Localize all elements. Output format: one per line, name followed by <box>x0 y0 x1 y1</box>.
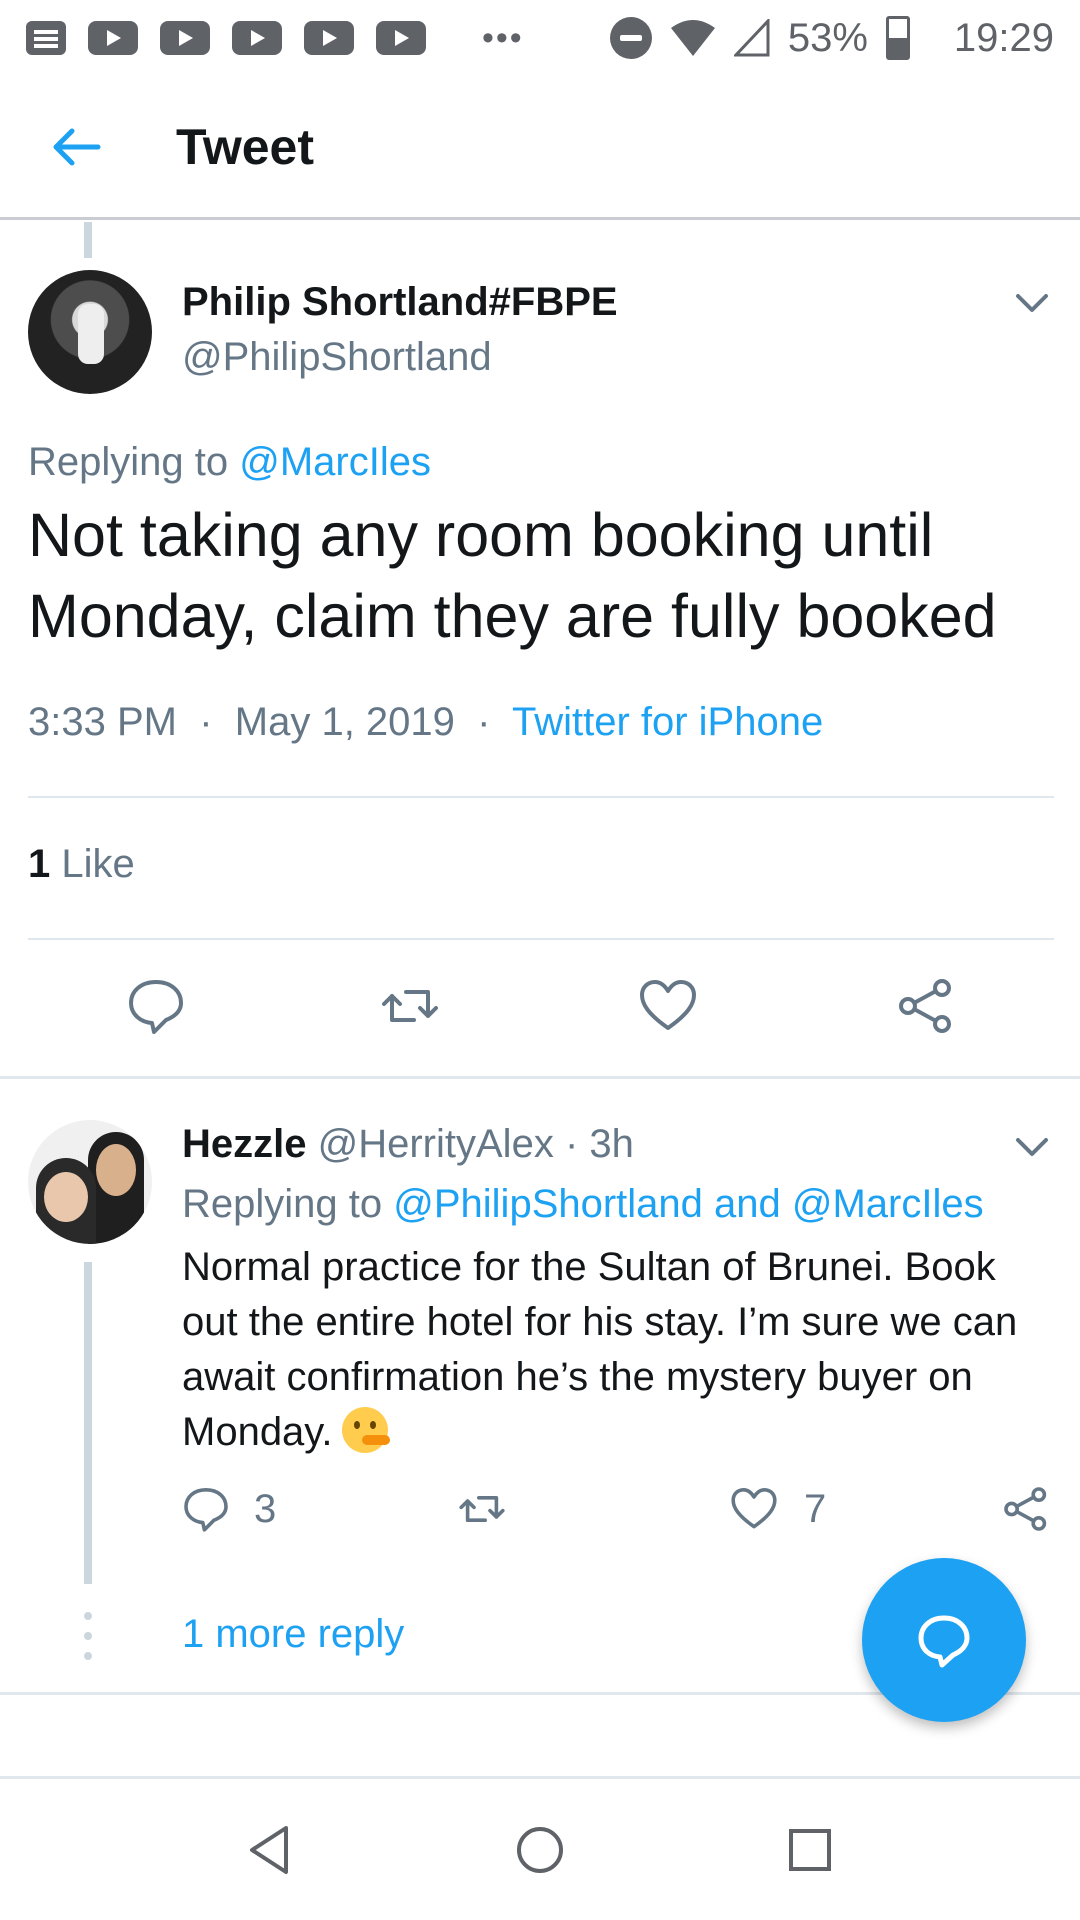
system-nav-bar <box>0 1780 1080 1920</box>
back-button[interactable] <box>36 107 116 187</box>
replying-to: Replying to @PhilipShortland and @MarcIl… <box>182 1182 984 1227</box>
more-replies-link[interactable]: 1 more reply <box>182 1612 404 1657</box>
thinking-face-emoji-icon <box>342 1407 391 1453</box>
app-header: Tweet <box>0 76 1080 220</box>
battery-icon <box>885 16 910 60</box>
do-not-disturb-icon <box>609 17 652 59</box>
heart-icon[interactable] <box>638 976 698 1036</box>
compose-reply-icon <box>918 1615 970 1668</box>
likes-label: Like <box>61 842 135 886</box>
author-handle[interactable]: @HerrityAlex <box>318 1122 554 1166</box>
youtube-notification-icon <box>88 21 138 55</box>
reply-button[interactable]: 3 <box>182 1485 276 1533</box>
page-title: Tweet <box>176 118 314 175</box>
tweet-action-bar <box>0 970 1080 1046</box>
reply-text: Normal practice for the Sultan of Brunei… <box>182 1245 1018 1454</box>
retweet-button[interactable] <box>456 1485 508 1533</box>
reply-text-container: Normal practice for the Sultan of Brunei… <box>182 1240 1062 1460</box>
chevron-down-icon[interactable] <box>1012 282 1052 322</box>
notification-icons: ••• <box>26 19 524 58</box>
share-button[interactable] <box>1002 1485 1050 1533</box>
chevron-down-icon[interactable] <box>1012 1126 1052 1166</box>
speech-bubble-icon[interactable] <box>126 976 186 1036</box>
tweet-time: 3:33 PM <box>28 700 177 744</box>
meta-separator: · <box>188 700 224 744</box>
tweet-meta: 3:33 PM · May 1, 2019 · Twitter for iPho… <box>28 700 823 745</box>
arrow-left-icon <box>53 128 101 165</box>
author-name[interactable]: Hezzle <box>182 1122 307 1166</box>
thread-connector-line <box>84 222 92 258</box>
home-circle-icon[interactable] <box>510 1820 570 1880</box>
reply-header: Hezzle @HerrityAlex · 3h <box>182 1122 634 1167</box>
nav-divider <box>0 1776 1080 1779</box>
back-triangle-icon[interactable] <box>240 1820 300 1880</box>
like-button[interactable]: 7 <box>730 1485 826 1533</box>
share-icon[interactable] <box>896 976 956 1036</box>
more-notifications-icon: ••• <box>482 18 524 57</box>
avatar[interactable] <box>28 1120 152 1244</box>
recents-square-icon[interactable] <box>780 1820 840 1880</box>
reply-action-bar: 3 7 <box>0 1485 1080 1545</box>
replying-to: Replying to @MarcIles <box>28 440 431 485</box>
news-notification-icon <box>26 21 66 55</box>
replying-prefix: Replying to <box>28 440 229 484</box>
author-name[interactable]: Philip Shortland#FBPE <box>182 280 618 325</box>
likes-count: 1 <box>28 842 51 886</box>
reply-count: 3 <box>254 1486 277 1531</box>
retweet-icon[interactable] <box>380 976 440 1036</box>
share-icon <box>1004 1487 1047 1531</box>
divider <box>28 796 1054 798</box>
divider <box>28 938 1054 940</box>
meta-separator: · <box>466 700 502 744</box>
tweet-source-link[interactable]: Twitter for iPhone <box>512 700 823 744</box>
youtube-notification-icon <box>304 21 354 55</box>
collapsed-thread-dots <box>84 1612 92 1672</box>
wifi-icon <box>670 20 715 56</box>
likes-summary[interactable]: 1 Like <box>28 842 135 887</box>
like-count: 7 <box>804 1486 827 1531</box>
clock: 19:29 <box>953 15 1054 60</box>
youtube-notification-icon <box>232 21 282 55</box>
meta-separator: · <box>564 1122 579 1166</box>
status-bar: ••• 53% 19:29 <box>0 0 1080 76</box>
author-handle[interactable]: @PhilipShortland <box>182 335 492 380</box>
avatar[interactable] <box>28 270 152 394</box>
reply-age: 3h <box>589 1122 634 1166</box>
divider <box>0 1076 1080 1079</box>
youtube-notification-icon <box>376 21 426 55</box>
replying-prefix: Replying to <box>182 1182 383 1226</box>
speech-bubble-icon <box>184 1488 228 1532</box>
tweet-text: Not taking any room booking until Monday… <box>28 501 997 650</box>
youtube-notification-icon <box>160 21 210 55</box>
battery-percent: 53% <box>787 15 868 60</box>
cellular-signal-icon <box>733 19 770 57</box>
compose-reply-button[interactable] <box>862 1558 1026 1722</box>
retweet-icon <box>459 1496 505 1522</box>
tweet-date: May 1, 2019 <box>234 700 455 744</box>
mention-link[interactable]: @PhilipShortland and @MarcIles <box>393 1182 983 1226</box>
mention-link[interactable]: @MarcIles <box>239 440 431 484</box>
heart-icon <box>731 1488 777 1529</box>
